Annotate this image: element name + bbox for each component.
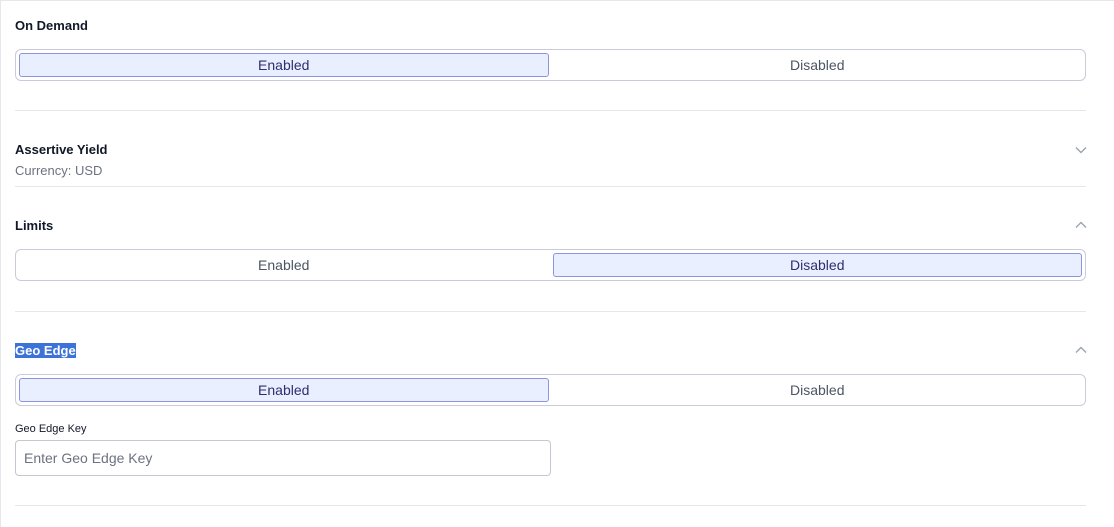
- geo-edge-key-label: Geo Edge Key: [15, 423, 87, 435]
- geo-edge-title-text: Geo Edge: [15, 343, 76, 358]
- chevron-up-icon[interactable]: [1074, 343, 1088, 357]
- chevron-up-icon[interactable]: [1074, 218, 1088, 232]
- on-demand-toggle: Enabled Disabled: [15, 49, 1086, 81]
- limits-title: Limits: [15, 218, 54, 233]
- divider: [15, 186, 1086, 187]
- geo-edge-title: Geo Edge: [15, 343, 76, 358]
- geo-edge-disabled-button[interactable]: Disabled: [553, 378, 1083, 402]
- chevron-down-icon[interactable]: [1074, 143, 1088, 157]
- on-demand-enabled-button[interactable]: Enabled: [19, 53, 549, 77]
- limits-enabled-button[interactable]: Enabled: [19, 253, 549, 277]
- settings-panel: On Demand Enabled Disabled Assertive Yie…: [0, 0, 1114, 527]
- limits-toggle: Enabled Disabled: [15, 249, 1086, 281]
- divider: [15, 110, 1086, 111]
- divider: [15, 505, 1086, 506]
- geo-edge-toggle: Enabled Disabled: [15, 374, 1086, 406]
- geo-edge-key-input[interactable]: [15, 440, 551, 476]
- geo-edge-enabled-button[interactable]: Enabled: [19, 378, 549, 402]
- currency-label: Currency: USD: [15, 163, 103, 178]
- limits-disabled-button[interactable]: Disabled: [552, 253, 1082, 277]
- on-demand-title: On Demand: [15, 18, 88, 33]
- divider: [15, 311, 1086, 312]
- assertive-yield-title: Assertive Yield: [15, 142, 108, 157]
- on-demand-disabled-button[interactable]: Disabled: [553, 53, 1083, 77]
